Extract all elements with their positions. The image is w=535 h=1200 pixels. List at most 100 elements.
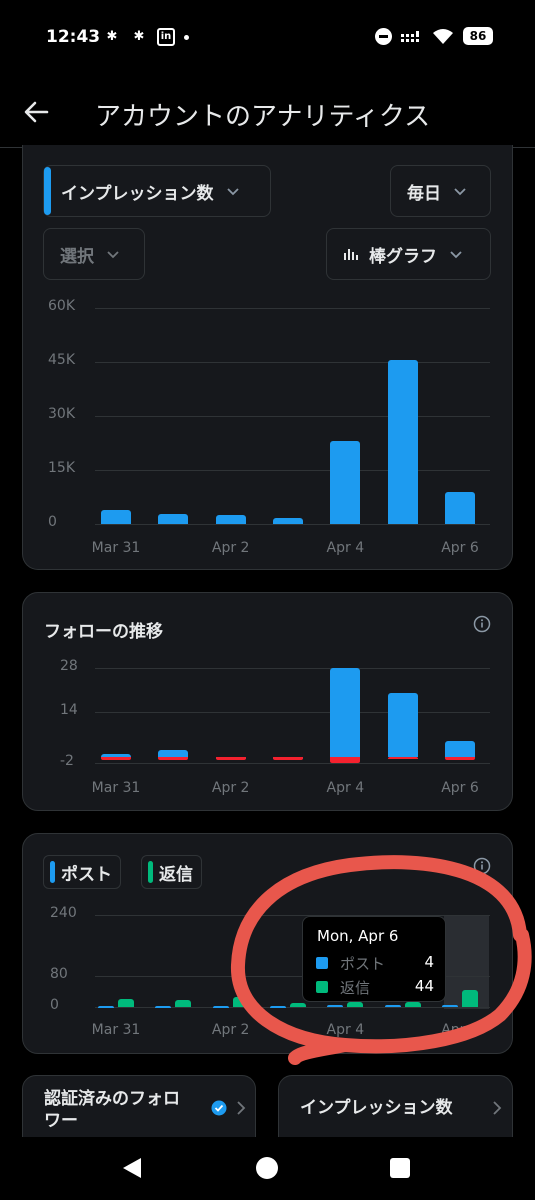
slack-icon: ✱ bbox=[133, 29, 145, 44]
bar bbox=[212, 1006, 229, 1009]
gridline bbox=[95, 763, 490, 764]
y-tick-label: 28 bbox=[60, 658, 78, 674]
interval-select-label: 毎日 bbox=[407, 183, 441, 204]
tooltip-posts-value: 4 bbox=[424, 953, 434, 971]
tooltip-replies-label: 返信 bbox=[340, 979, 371, 997]
y-tick-label: 60K bbox=[48, 298, 75, 314]
bar bbox=[462, 990, 478, 1007]
compare-select-label: 選択 bbox=[60, 246, 94, 267]
metric-accent bbox=[44, 167, 51, 215]
gridline bbox=[95, 308, 490, 309]
arrow-left-icon[interactable] bbox=[22, 98, 50, 126]
chevron-right-icon bbox=[237, 1101, 246, 1115]
x-tick-label: Apr 2 bbox=[211, 780, 250, 796]
chart-type-select-label: 棒グラフ bbox=[369, 246, 437, 267]
info-icon[interactable] bbox=[473, 615, 491, 633]
nav-back-icon[interactable] bbox=[121, 1157, 143, 1179]
tooltip-posts-label: ポスト bbox=[340, 955, 386, 973]
status-right-icons: 86 bbox=[375, 27, 493, 45]
bar bbox=[445, 491, 475, 524]
bar bbox=[445, 740, 475, 757]
bar bbox=[215, 515, 246, 524]
y-tick-label: -2 bbox=[60, 753, 74, 769]
tooltip-replies-swatch bbox=[316, 981, 328, 993]
status-time: 12:43 bbox=[46, 27, 101, 47]
bar bbox=[158, 750, 189, 757]
page-title: アカウントのアナリティクス bbox=[95, 102, 431, 132]
y-tick-label: 30K bbox=[48, 406, 75, 422]
compare-select[interactable]: 選択 bbox=[43, 228, 145, 280]
bar bbox=[175, 1000, 192, 1007]
tooltip-posts-swatch bbox=[316, 957, 328, 969]
replies-swatch bbox=[148, 861, 153, 883]
status-bar: 12:43 ✱ ✱ in 86 bbox=[0, 0, 535, 76]
bar bbox=[445, 756, 475, 760]
interval-select[interactable]: 毎日 bbox=[390, 165, 491, 217]
impressions-summary-label: インプレッション数 bbox=[300, 1098, 453, 1118]
y-tick-label: 0 bbox=[48, 514, 57, 530]
bar bbox=[330, 441, 361, 524]
y-tick-label: 0 bbox=[50, 997, 59, 1013]
legend-replies-label: 返信 bbox=[159, 864, 193, 885]
legend-posts-label: ポスト bbox=[61, 864, 112, 885]
chevron-down-icon bbox=[226, 188, 239, 196]
do-not-disturb-icon bbox=[375, 27, 392, 45]
bar bbox=[158, 513, 189, 524]
chevron-down-icon bbox=[454, 188, 466, 196]
tooltip-row-posts: ポスト 4 bbox=[316, 953, 434, 973]
bar bbox=[387, 693, 418, 757]
x-tick-label: Apr 6 bbox=[441, 540, 479, 556]
slack-icon: ✱ bbox=[106, 29, 118, 44]
notification-dot-icon bbox=[184, 34, 189, 40]
metric-select-label: インプレッション数 bbox=[61, 183, 214, 204]
bar bbox=[290, 1003, 306, 1007]
tooltip-replies-value: 44 bbox=[414, 977, 434, 995]
gridline bbox=[95, 1007, 490, 1008]
linkedin-icon: in bbox=[157, 28, 175, 46]
chevron-down-icon bbox=[107, 251, 119, 259]
wifi-icon bbox=[433, 29, 453, 44]
bar-chart-icon bbox=[344, 249, 358, 260]
posts-swatch bbox=[50, 861, 55, 883]
x-tick-label: Apr 4 bbox=[326, 540, 365, 556]
chart-tooltip: Mon, Apr 6 ポスト 4 返信 44 bbox=[302, 916, 446, 1002]
follows-card-title: フォローの推移 bbox=[44, 622, 163, 642]
bar bbox=[101, 510, 131, 524]
metric-select[interactable]: インプレッション数 bbox=[43, 165, 271, 217]
bar bbox=[347, 1002, 364, 1007]
x-tick-label: Apr 2 bbox=[211, 540, 250, 556]
x-tick-label: Mar 31 bbox=[91, 1022, 141, 1038]
bar bbox=[101, 756, 131, 760]
chevron-down-icon bbox=[450, 251, 462, 259]
legend-replies[interactable]: 返信 bbox=[141, 855, 202, 889]
y-tick-label: 80 bbox=[50, 966, 68, 983]
y-tick-label: 15K bbox=[48, 460, 75, 476]
x-tick-label: Apr 6 bbox=[441, 780, 479, 796]
gridline bbox=[95, 524, 490, 525]
chevron-right-icon bbox=[493, 1101, 502, 1115]
legend-posts[interactable]: ポスト bbox=[43, 855, 121, 889]
nav-recents-icon[interactable] bbox=[390, 1158, 410, 1178]
bar bbox=[215, 756, 246, 760]
verified-followers-label: 認証済みのフォロワー bbox=[44, 1089, 180, 1131]
x-tick-label: Apr 2 bbox=[211, 1022, 250, 1038]
tooltip-title: Mon, Apr 6 bbox=[317, 927, 399, 945]
bar bbox=[387, 756, 418, 759]
x-tick-label: Apr 4 bbox=[326, 1022, 365, 1038]
bar bbox=[158, 756, 189, 760]
chart-type-select[interactable]: 棒グラフ bbox=[326, 228, 491, 280]
bar bbox=[232, 997, 249, 1007]
bar bbox=[404, 1001, 421, 1007]
tooltip-row-replies: 返信 44 bbox=[316, 977, 434, 997]
gridline bbox=[95, 668, 490, 669]
info-icon[interactable] bbox=[473, 857, 491, 875]
gridline bbox=[95, 712, 490, 714]
bar bbox=[273, 517, 303, 524]
bar bbox=[273, 756, 303, 760]
system-nav-bar bbox=[0, 1137, 535, 1200]
bar bbox=[270, 1006, 286, 1009]
x-tick-label: Apr 6 bbox=[441, 1022, 479, 1038]
gridline bbox=[95, 362, 490, 363]
nav-home-icon[interactable] bbox=[256, 1157, 278, 1179]
bar bbox=[330, 756, 361, 763]
